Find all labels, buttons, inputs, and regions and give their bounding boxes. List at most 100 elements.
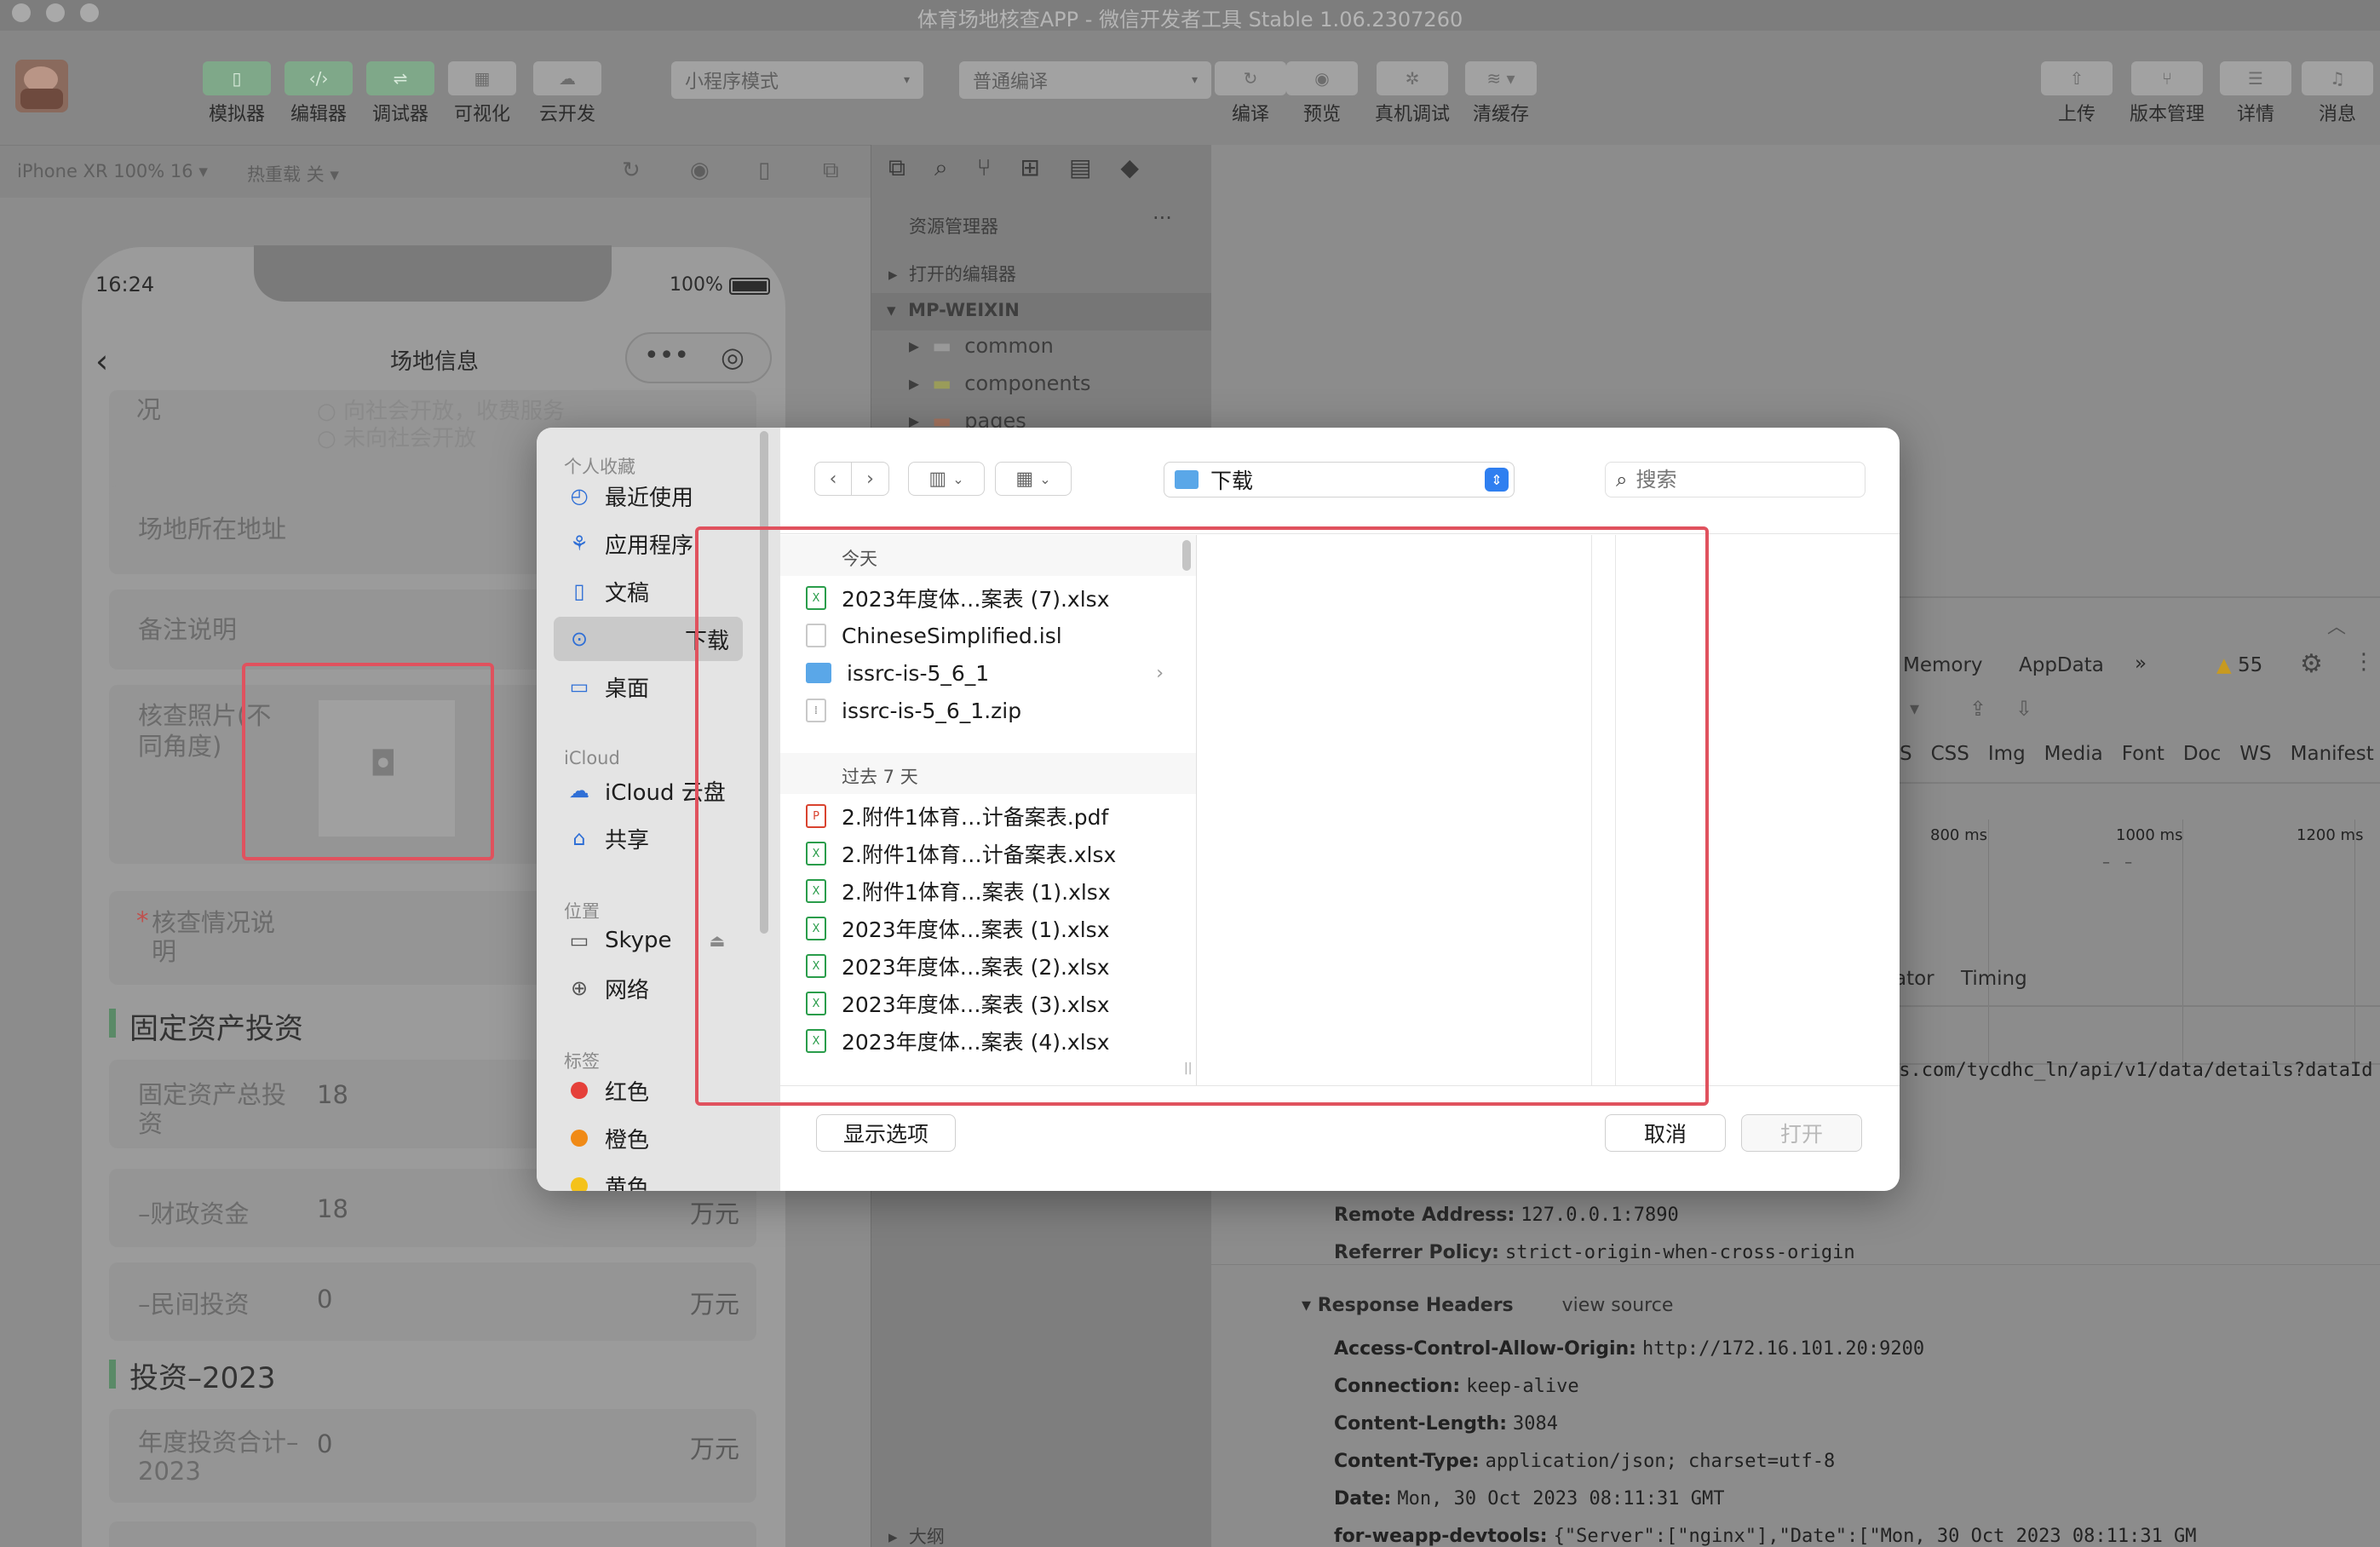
file-open-dialog: 个人收藏 ◴ 最近使用 ⚘ 应用程序 ▯ 文稿 ⊙ 下载 ▭ 桌面 iCloud ☁ iCl… (537, 428, 1900, 1191)
icloud-header: iCloud (564, 748, 620, 768)
battery-level: 100% (670, 274, 723, 296)
outline-label: 大纲 (908, 1527, 945, 1547)
radio-not-open[interactable]: ○ 未向社会开放 (317, 421, 476, 452)
sidebar-item-recents[interactable]: ◴ 最近使用 (554, 474, 743, 518)
more-tabs-icon[interactable]: » (2135, 653, 2147, 675)
filter-doc[interactable]: Doc (2183, 743, 2221, 765)
storage-icon[interactable]: ▤ (1069, 153, 1091, 182)
preview-button[interactable]: ◉ 预览 (1286, 61, 1365, 126)
device-icon[interactable]: ▯ (758, 158, 770, 183)
import-icon[interactable]: ⇪ (1969, 697, 1986, 721)
search-input[interactable] (1636, 468, 1841, 492)
open-button[interactable]: 打开 (1741, 1114, 1862, 1152)
collapse-icon[interactable]: ︿ (2327, 612, 2346, 639)
avatar[interactable] (15, 60, 68, 112)
search-field[interactable]: ⌕ (1605, 462, 1865, 497)
project-header[interactable]: ▾ MP-WEIXIN (871, 293, 1212, 331)
clear-cache-button[interactable]: ≋ ▾ 清缓存 (1465, 61, 1544, 126)
location-select[interactable]: 下载 ⇕ (1164, 462, 1515, 497)
cloud-dev-toggle[interactable]: ☁ 云开发 (533, 61, 610, 126)
close-miniprogram-icon[interactable]: ◎ (721, 341, 744, 373)
kebab-icon[interactable]: ⋮ (2353, 649, 2375, 675)
filter-css[interactable]: CSS (1931, 743, 1969, 765)
referrer-row: Referrer Policy: strict-origin-when-cros… (1334, 1242, 1855, 1263)
visual-toggle[interactable]: ▦ 可视化 (448, 61, 525, 126)
forward-button[interactable]: › (852, 462, 889, 496)
open-editors[interactable]: ▸ 打开的编辑器 (888, 261, 1016, 286)
filter-dropdown-icon[interactable]: ▾ (1910, 699, 1919, 720)
chevron-down-icon: ▾ (903, 73, 910, 87)
export-icon[interactable]: ⇩ (2015, 697, 2032, 721)
folder-components[interactable]: ▸ ▬ components (909, 371, 1091, 395)
filter-media[interactable]: Media (2044, 743, 2103, 765)
filter-ws[interactable]: WS (2239, 743, 2271, 765)
device-select[interactable]: iPhone XR 100% 16 ▾ (17, 161, 208, 181)
back-icon[interactable]: ‹ (95, 342, 108, 380)
tab-initiator[interactable]: ator (1894, 968, 1934, 990)
mode-select[interactable]: 小程序模式 ▾ (671, 61, 923, 99)
version-button[interactable]: ⑂ 版本管理 (2130, 61, 2210, 126)
sidebar-item-label: 共享 (605, 827, 650, 854)
finance-value: 18 (317, 1194, 348, 1223)
view-source-link[interactable]: view source (1562, 1295, 1674, 1316)
messages-button[interactable]: ♫ 消息 (2302, 61, 2380, 126)
view-mode-button[interactable]: ▥ ⌄ (908, 462, 985, 496)
clear-cache-label: 清缓存 (1472, 104, 1529, 125)
finance-label: –财政资金 (138, 1199, 250, 1228)
response-headers-label: Response Headers (1317, 1295, 1514, 1316)
extensions-icon[interactable]: ⊞ (1020, 153, 1040, 182)
sidebar-tag-orange[interactable]: 橙色 (554, 1116, 743, 1160)
annual-label: 年度投资合计–2023 (138, 1428, 299, 1486)
sidebar-tag-yellow[interactable]: 黄色 (554, 1164, 743, 1191)
sidebar-item-label: Skype (605, 928, 672, 953)
location-value: 下载 (1210, 469, 1254, 493)
cancel-button[interactable]: 取消 (1605, 1114, 1726, 1152)
nav-title: 场地信息 (389, 349, 479, 375)
filter-img[interactable]: Img (1988, 743, 2026, 765)
tab-timing[interactable]: Timing (1961, 968, 2027, 990)
photo-highlight (242, 663, 494, 860)
cloud-icon: ☁ (533, 61, 601, 95)
annual-unit: 万元 (690, 1435, 740, 1464)
show-options-button[interactable]: 显示选项 (816, 1114, 956, 1152)
remote-address-value: 127.0.0.1:7890 (1521, 1205, 1679, 1226)
simulator-toggle[interactable]: ▯ 模拟器 (203, 61, 279, 126)
rotate-icon[interactable]: ↻ (622, 158, 641, 183)
files-icon[interactable]: ⧉ (888, 153, 905, 182)
response-headers-header[interactable]: ▾ Response Headers view source (1302, 1295, 1673, 1316)
branch-icon: ⑂ (2131, 61, 2203, 95)
warnings-badge[interactable]: ▲ 55 (2216, 654, 2262, 676)
remote-debug-button[interactable]: ✲ 真机调试 (1375, 61, 1455, 126)
search-icon[interactable]: ⌕ (934, 153, 948, 182)
version-label: 版本管理 (2129, 104, 2205, 125)
upload-button[interactable]: ⇧ 上传 (2041, 61, 2119, 126)
back-button[interactable]: ‹ (814, 462, 852, 496)
compile-select[interactable]: 普通编译 ▾ (959, 61, 1211, 99)
more-icon[interactable]: ••• (644, 341, 689, 371)
editor-toggle[interactable]: ‹/› 编辑器 (285, 61, 361, 126)
debugger-label: 调试器 (371, 104, 428, 125)
section-bar (109, 1360, 116, 1389)
more-icon[interactable]: ··· (1153, 206, 1172, 230)
cloud-icon: ☁ (569, 779, 589, 802)
record-icon[interactable]: ◉ (690, 158, 710, 183)
window-title: 体育场地核查APP - 微信开发者工具 Stable 1.06.2307260 (917, 8, 1463, 32)
git-icon[interactable]: ⑂ (977, 153, 992, 182)
debugger-toggle[interactable]: ⇌ 调试器 (366, 61, 443, 126)
download-icon: ⊙ (570, 627, 589, 651)
window-icon[interactable]: ⧉ (823, 158, 839, 184)
settings-icon[interactable]: ⚙ (2300, 649, 2323, 679)
tab-appdata[interactable]: AppData (2019, 654, 2104, 676)
private-unit: 万元 (690, 1290, 740, 1319)
details-button[interactable]: ☰ 详情 (2220, 61, 2298, 126)
filter-font[interactable]: Font (2122, 743, 2164, 765)
docker-icon[interactable]: ◆ (1120, 153, 1139, 182)
details-label: 详情 (2236, 104, 2274, 125)
filter-manifest[interactable]: Manifest (2291, 743, 2374, 765)
filter-s[interactable]: S (1900, 743, 1912, 765)
folder-common[interactable]: ▸ ▬ common (909, 334, 1054, 358)
tab-memory[interactable]: Memory (1903, 654, 1983, 676)
group-button[interactable]: ▦ ⌄ (995, 462, 1072, 496)
outline-section[interactable]: ▸ 大纲 (888, 1523, 945, 1547)
hot-reload-select[interactable]: 热重载 关 ▾ (247, 161, 339, 187)
